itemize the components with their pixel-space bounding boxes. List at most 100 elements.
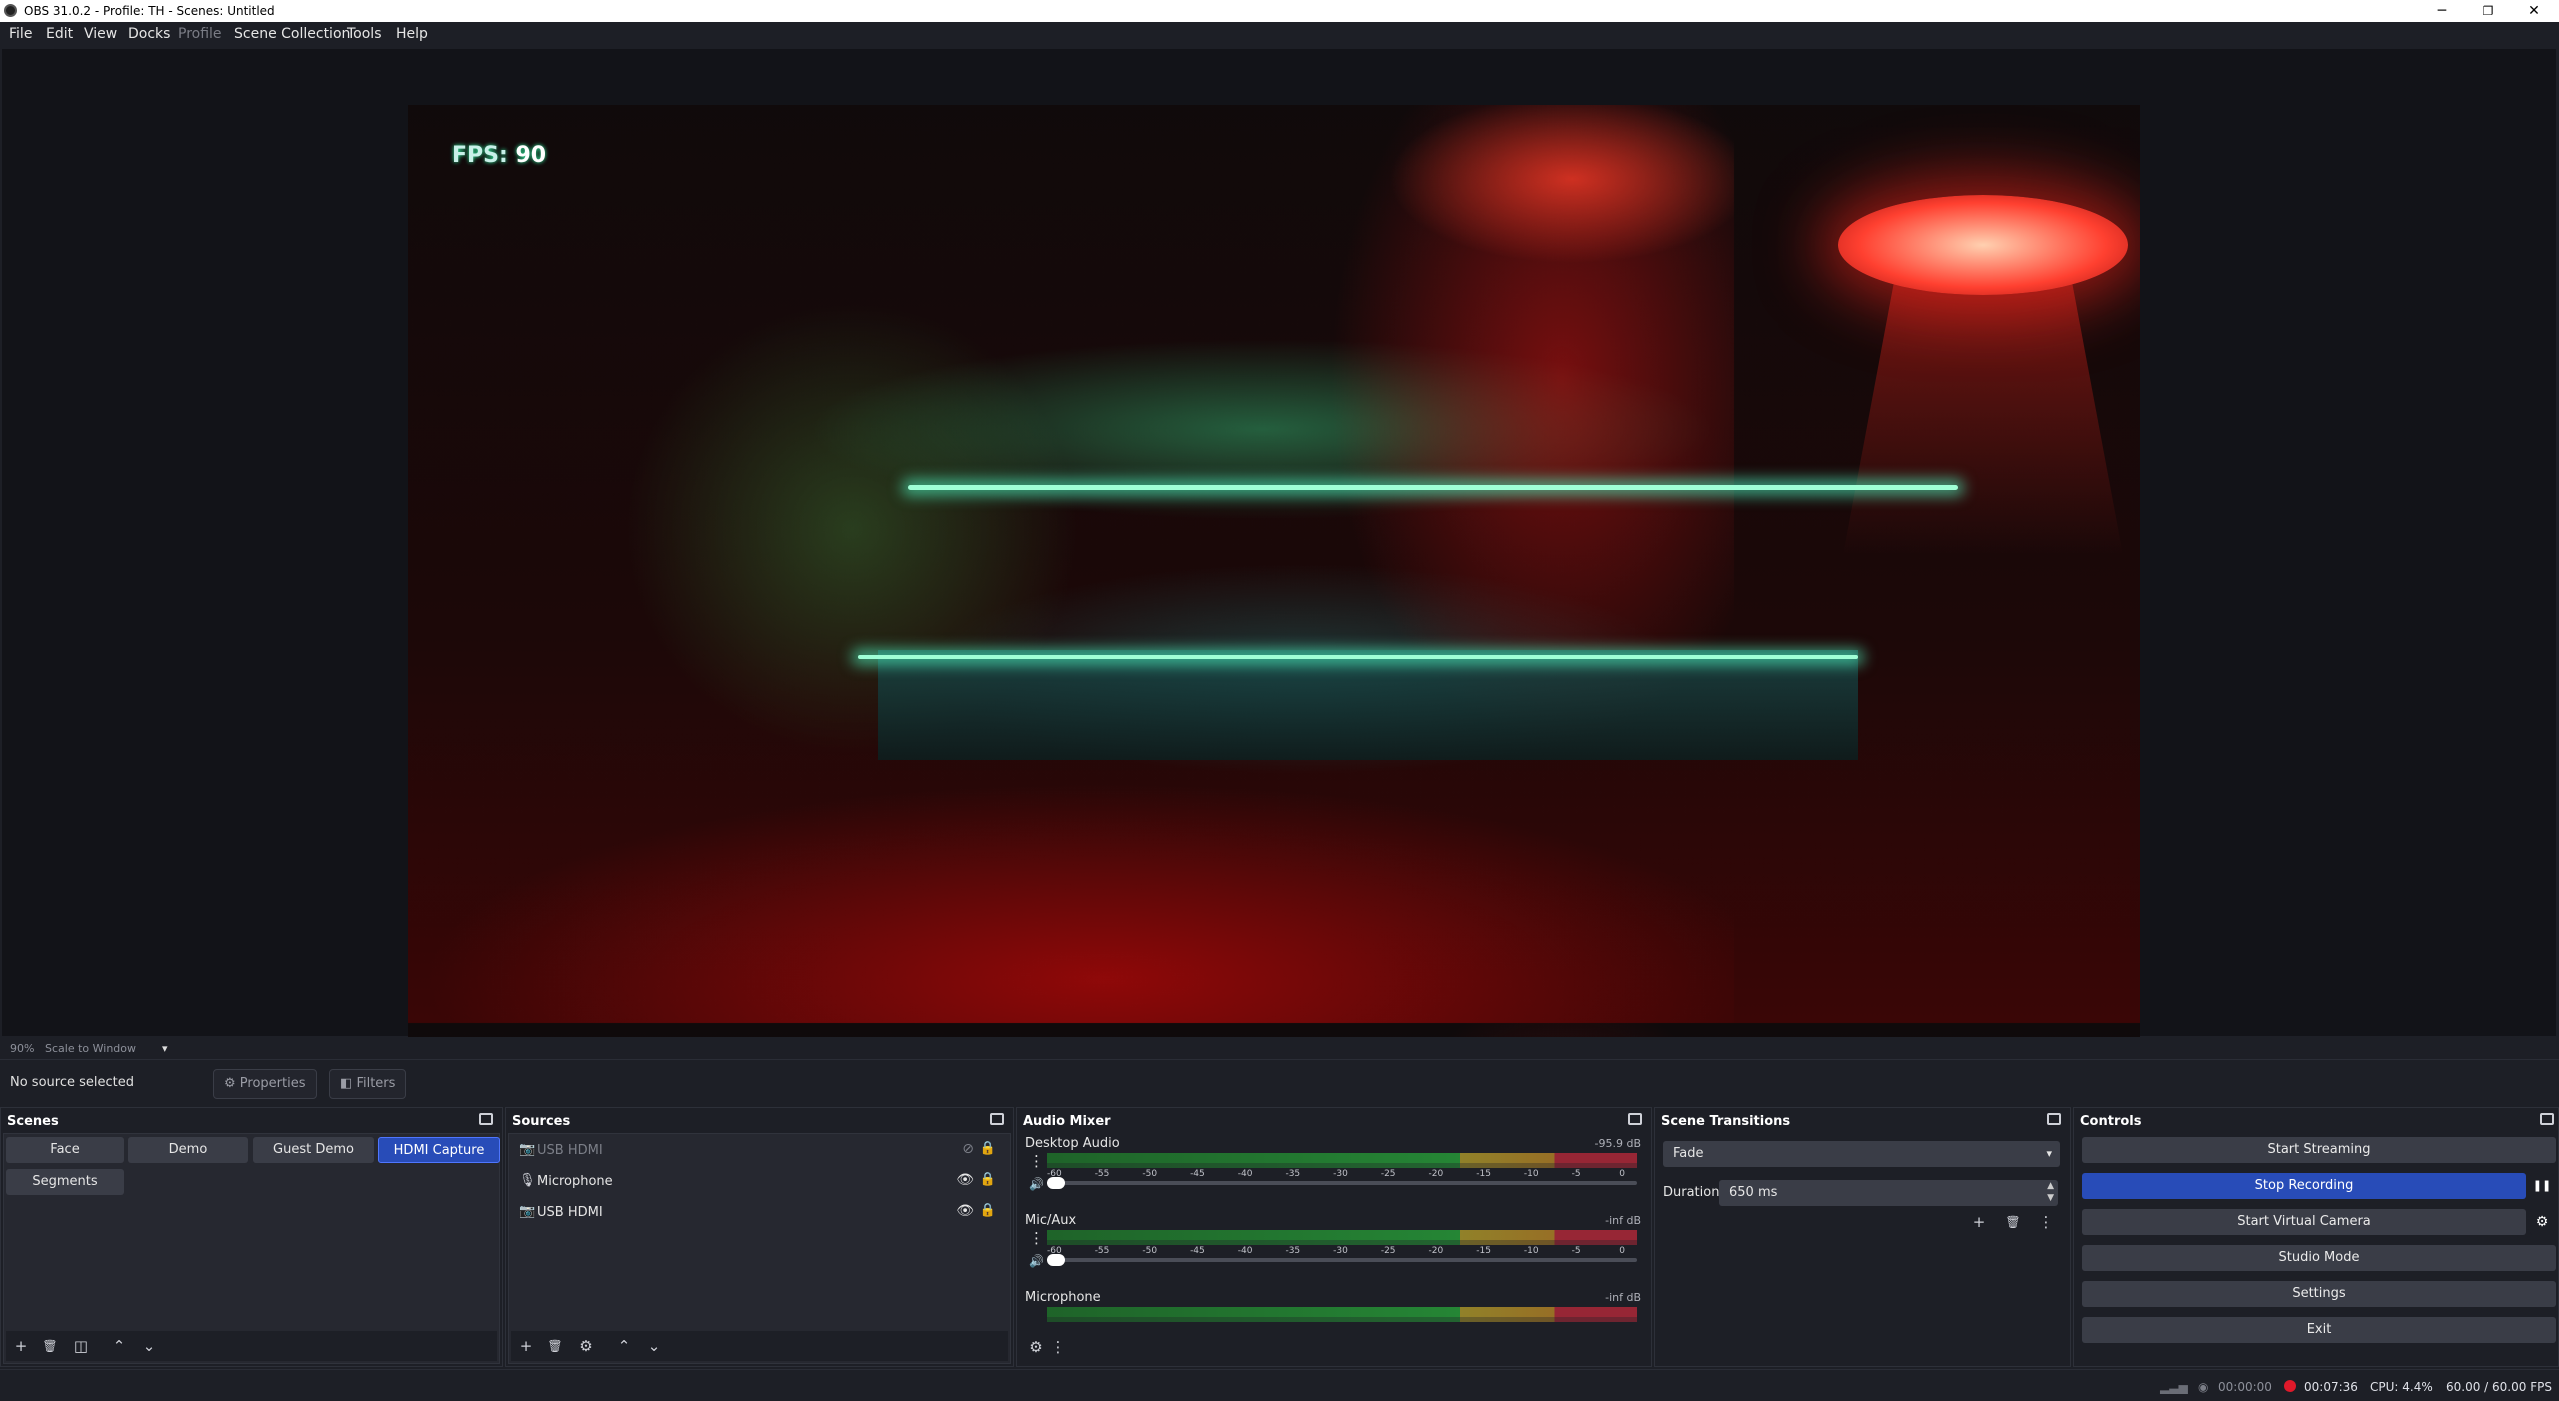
speaker-icon[interactable]: 🔊 <box>1029 1254 1044 1268</box>
move-down-icon[interactable]: ⌄ <box>645 1337 663 1355</box>
duration-spinner[interactable]: ▲ ▼ <box>2047 1180 2054 1204</box>
source-row[interactable]: 📷 USB HDMI ⊘ 🔒 <box>515 1138 1004 1164</box>
track-menu-icon[interactable]: ⋮ <box>1029 1152 1044 1170</box>
remove-scene-icon[interactable]: 🗑 <box>41 1337 59 1355</box>
stop-recording-button[interactable]: Stop Recording <box>2082 1173 2526 1199</box>
meter-tick-label: -45 <box>1190 1246 1205 1256</box>
scene-filters-icon[interactable]: ◫ <box>72 1337 90 1355</box>
meter-tick-label: -30 <box>1333 1246 1348 1256</box>
mixer-tracks: Desktop Audio -95.9 dB ⋮ 🔊 -60 -55 -50 -45-… <box>1019 1133 1649 1364</box>
settings-button[interactable]: Settings <box>2082 1281 2556 1307</box>
transition-menu-icon[interactable]: ⋮ <box>2037 1213 2055 1231</box>
scene-demo[interactable]: Demo <box>128 1137 248 1163</box>
advanced-audio-icon[interactable]: ⚙ <box>1027 1338 1045 1356</box>
program-preview[interactable]: FPS: 90 <box>408 105 2140 1079</box>
studio-mode-button[interactable]: Studio Mode <box>2082 1245 2556 1271</box>
volume-slider[interactable] <box>1047 1177 1637 1189</box>
counter-neon-strip <box>858 655 1858 659</box>
meter-tick-label: -50 <box>1142 1169 1158 1179</box>
sources-dock: Sources 📷 USB HDMI ⊘ 🔒 🎙 Microphone 👁 🔒 … <box>505 1107 1014 1367</box>
eye-icon[interactable]: 👁 <box>956 1203 974 1219</box>
remove-transition-icon[interactable]: 🗑 <box>2004 1213 2022 1231</box>
source-label: USB HDMI <box>537 1205 603 1220</box>
menu-docks[interactable]: Docks <box>128 26 170 42</box>
exit-button[interactable]: Exit <box>2082 1317 2556 1343</box>
source-properties-icon[interactable]: ⚙ <box>577 1337 595 1355</box>
scene-hdmi-capture[interactable]: HDMI Capture <box>378 1137 500 1163</box>
volume-slider-handle[interactable] <box>1047 1254 1065 1266</box>
volume-slider[interactable] <box>1047 1254 1637 1266</box>
menu-file[interactable]: File <box>9 26 32 42</box>
scene-guest-demo[interactable]: Guest Demo <box>253 1137 374 1163</box>
add-source-icon[interactable]: + <box>517 1337 535 1355</box>
microphone-icon: 🎙 <box>519 1173 536 1188</box>
duration-input[interactable]: 650 ms ▲ ▼ <box>1719 1180 2058 1206</box>
zoom-percent: 90% <box>10 1042 35 1055</box>
scene-face[interactable]: Face <box>6 1137 124 1163</box>
preview-area[interactable]: FPS: 90 <box>2 49 2556 1079</box>
pause-recording-button[interactable]: ❚❚ <box>2530 1173 2554 1199</box>
virtual-camera-settings-icon[interactable]: ⚙ <box>2530 1209 2554 1235</box>
undock-icon[interactable] <box>2047 1113 2061 1125</box>
minimize-button[interactable]: ─ <box>2419 0 2465 22</box>
menu-profile[interactable]: Profile <box>178 26 222 42</box>
eye-icon[interactable]: 👁 <box>956 1172 974 1188</box>
source-row[interactable]: 🎙 Microphone 👁 🔒 <box>515 1169 1004 1195</box>
volume-meter <box>1047 1153 1637 1163</box>
mixer-menu-icon[interactable]: ⋮ <box>1049 1338 1067 1356</box>
undock-icon[interactable] <box>990 1113 1004 1125</box>
close-button[interactable]: ✕ <box>2511 0 2557 22</box>
properties-label: Properties <box>239 1076 306 1091</box>
menu-tools[interactable]: Tools <box>347 26 382 42</box>
scenes-list: Face Demo Guest Demo HDMI Capture Segmen… <box>3 1133 500 1364</box>
menu-edit[interactable]: Edit <box>46 26 73 42</box>
properties-button[interactable]: ⚙ Properties <box>213 1069 317 1099</box>
undock-icon[interactable] <box>1628 1113 1642 1125</box>
menu-bar: File Edit View Docks Profile Scene Colle… <box>0 22 2559 47</box>
remove-source-icon[interactable]: 🗑 <box>546 1337 564 1355</box>
add-transition-icon[interactable]: + <box>1970 1213 1988 1231</box>
undock-icon[interactable] <box>479 1113 493 1125</box>
filters-button[interactable]: ◧ Filters <box>329 1069 407 1099</box>
restore-button[interactable]: ❐ <box>2465 0 2511 22</box>
bar-counter <box>878 650 1858 760</box>
meter-tick-label: -10 <box>1523 1169 1539 1179</box>
meter-tick-label: -20 <box>1428 1169 1444 1179</box>
transition-select[interactable]: Fade ▾ <box>1663 1141 2060 1167</box>
ceiling-lamp <box>1838 195 2128 295</box>
volume-slider-handle[interactable] <box>1047 1177 1065 1189</box>
record-indicator-icon <box>2284 1380 2296 1392</box>
menu-scene-collection[interactable]: Scene Collection <box>234 26 350 42</box>
chevron-down-icon[interactable]: ▾ <box>162 1042 168 1055</box>
meter-tick-label: -20 <box>1428 1246 1444 1256</box>
selected-source-status: No source selected <box>10 1075 134 1090</box>
menu-view[interactable]: View <box>84 26 117 42</box>
status-bar: ▂▃▅ ◉ 00:00:00 00:07:36 CPU: 4.4% 60.00 … <box>0 1369 2559 1401</box>
scene-segments[interactable]: Segments <box>6 1169 124 1195</box>
start-streaming-button[interactable]: Start Streaming <box>2082 1137 2556 1163</box>
add-scene-icon[interactable]: + <box>12 1337 30 1355</box>
undock-icon[interactable] <box>2540 1113 2554 1125</box>
eye-slash-icon[interactable]: ⊘ <box>962 1141 974 1157</box>
track-db: -95.9 dB <box>1594 1137 1642 1150</box>
meter-tick-label: -50 <box>1142 1246 1158 1256</box>
source-row[interactable]: 📷 USB HDMI 👁 🔒 <box>515 1200 1004 1226</box>
start-virtual-camera-button[interactable]: Start Virtual Camera <box>2082 1209 2526 1235</box>
meter-tick-label: -55 <box>1094 1169 1110 1179</box>
meter-tick-label: -5 <box>1571 1246 1581 1256</box>
lock-icon[interactable]: 🔒 <box>980 1172 996 1187</box>
volume-meter <box>1047 1230 1637 1240</box>
lock-icon[interactable]: 🔒 <box>980 1141 996 1156</box>
scenes-toolbar: + 🗑 ◫ ⌃ ⌄ <box>6 1331 497 1361</box>
move-up-icon[interactable]: ⌃ <box>615 1337 633 1355</box>
menu-help[interactable]: Help <box>396 26 428 42</box>
meter-tick-label: -10 <box>1523 1246 1539 1256</box>
move-down-icon[interactable]: ⌄ <box>140 1337 158 1355</box>
lock-icon[interactable]: 🔒 <box>980 1203 996 1218</box>
track-menu-icon[interactable]: ⋮ <box>1029 1229 1044 1247</box>
duration-label: Duration <box>1663 1185 1720 1200</box>
scale-mode-select[interactable]: Scale to Window <box>45 1042 136 1055</box>
move-up-icon[interactable]: ⌃ <box>110 1337 128 1355</box>
mixer-track-mic-aux: Mic/Aux -inf dB ⋮ 🔊 -60 -55 -50 -45 -40 -35 -3… <box>1023 1212 1641 1288</box>
speaker-icon[interactable]: 🔊 <box>1029 1177 1044 1191</box>
